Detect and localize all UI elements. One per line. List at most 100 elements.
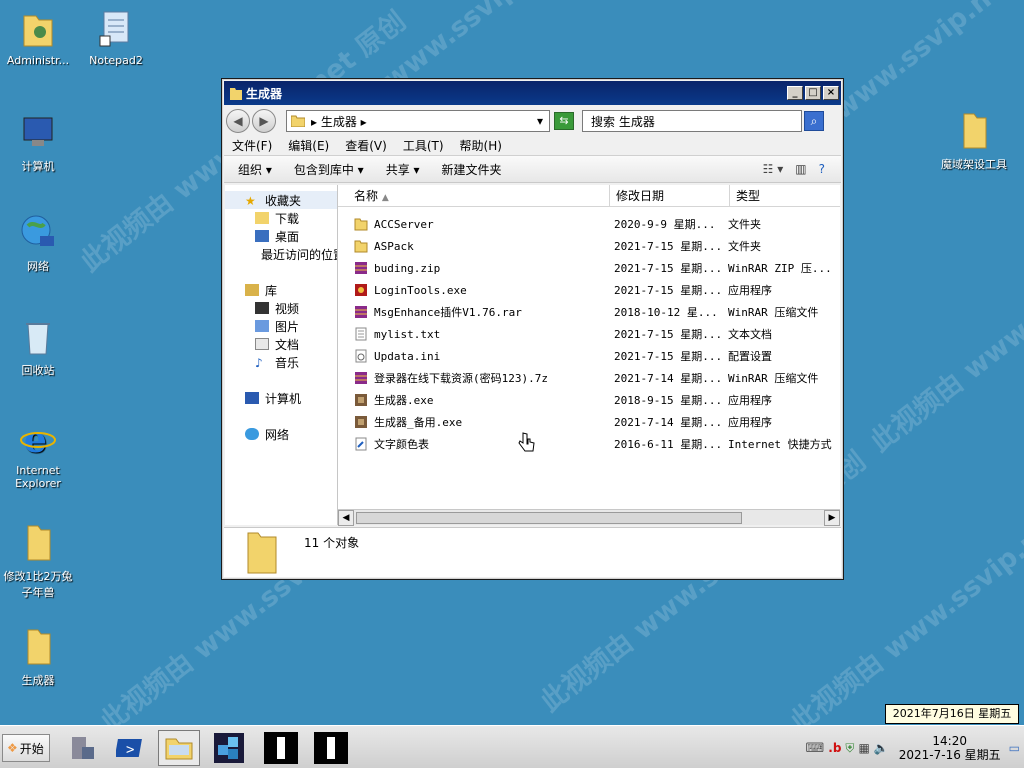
keyboard-icon[interactable]: ⌨: [806, 741, 825, 756]
scroll-right-button[interactable]: ▶: [824, 509, 840, 526]
clock[interactable]: 14:20 2021-7-16 星期五: [899, 734, 1001, 762]
refresh-button[interactable]: ⇆: [554, 112, 574, 130]
file-row[interactable]: 生成器_备用.exe 2021-7-14 星期... 应用程序: [338, 411, 840, 433]
close-button[interactable]: ×: [823, 86, 839, 100]
desktop-icon-generator-folder[interactable]: 生成器: [0, 626, 76, 688]
column-headers: 名称 ▲ 修改日期 类型: [338, 185, 840, 207]
menu-file[interactable]: 文件(F): [232, 137, 272, 154]
file-row[interactable]: 生成器.exe 2018-9-15 星期... 应用程序: [338, 389, 840, 411]
folder-icon: [956, 110, 992, 152]
share-button[interactable]: 共享 ▾: [386, 161, 420, 178]
chevron-down-icon[interactable]: ▾: [537, 114, 543, 128]
svg-text:>: >: [126, 742, 134, 758]
scroll-left-button[interactable]: ◀: [338, 509, 354, 526]
desktop-icon-notepad2[interactable]: Notepad2: [78, 8, 154, 67]
column-date[interactable]: 修改日期: [610, 185, 730, 206]
file-row[interactable]: ACCServer 2020-9-9 星期... 文件夹: [338, 213, 840, 235]
file-row[interactable]: LoginTools.exe 2021-7-15 星期... 应用程序: [338, 279, 840, 301]
horizontal-scrollbar[interactable]: ◀ ▶: [338, 509, 840, 526]
nav-videos[interactable]: 视频: [225, 299, 337, 317]
baidu-icon[interactable]: .b: [828, 741, 841, 755]
taskbar-console-2[interactable]: [310, 730, 352, 766]
taskbar-explorer[interactable]: [158, 730, 200, 766]
video-icon: [255, 302, 269, 314]
nav-pictures[interactable]: 图片: [225, 317, 337, 335]
nav-music[interactable]: ♪ 音乐: [225, 353, 337, 371]
organize-button[interactable]: 组织 ▾: [238, 161, 272, 178]
folder-icon: [247, 532, 277, 574]
desktop-icon-modify-folder[interactable]: 修改1比2万兔子年兽: [0, 522, 76, 600]
preview-pane-icon[interactable]: ▥: [795, 162, 806, 176]
address-bar[interactable]: ▸ 生成器 ▸ ▾: [286, 110, 550, 132]
nav-label: 网络: [265, 427, 290, 442]
menu-view[interactable]: 查看(V): [345, 137, 387, 154]
taskbar-console-1[interactable]: [260, 730, 302, 766]
taskbar-cubes-app[interactable]: [208, 730, 250, 766]
nav-documents[interactable]: 文档: [225, 335, 337, 353]
nav-downloads[interactable]: 下载: [225, 209, 337, 227]
nav-label: 音乐: [275, 355, 300, 370]
file-row[interactable]: Updata.ini 2021-7-15 星期... 配置设置: [338, 345, 840, 367]
shield-icon[interactable]: ⛨: [845, 741, 854, 756]
item-count: 11 个对象: [304, 536, 360, 550]
documents-icon: [255, 338, 269, 350]
desktop-icon-recycle-bin[interactable]: 回收站: [0, 316, 76, 378]
desktop-icon-ie[interactable]: e Internet Explorer: [0, 418, 76, 490]
clock-time: 14:20: [932, 734, 967, 748]
view-options-icon[interactable]: ☷ ▾: [763, 162, 784, 176]
file-row[interactable]: 登录器在线下载资源(密码123).7z 2021-7-14 星期... WinR…: [338, 367, 840, 389]
nav-label: 计算机: [265, 391, 302, 406]
column-name[interactable]: 名称 ▲: [338, 185, 610, 206]
forward-button[interactable]: ▶: [252, 109, 276, 133]
search-icon[interactable]: ⌕: [804, 111, 824, 131]
menu-edit[interactable]: 编辑(E): [288, 137, 329, 154]
folder-icon: [20, 626, 56, 668]
winrar-icon: [355, 262, 367, 274]
title-bar[interactable]: 生成器 _ □ ×: [224, 81, 841, 105]
include-in-library-button[interactable]: 包含到库中 ▾: [294, 161, 364, 178]
file-list: 名称 ▲ 修改日期 类型 ACCServer 2020-9-9 星期... 文件…: [338, 185, 840, 526]
maximize-button[interactable]: □: [805, 86, 821, 100]
start-button[interactable]: ❖ 开始: [2, 734, 50, 762]
internet-explorer-icon: e: [20, 418, 56, 461]
nav-network[interactable]: 网络: [225, 425, 337, 443]
column-type[interactable]: 类型: [730, 185, 840, 206]
library-icon: [245, 284, 259, 296]
explorer-window: 生成器 _ □ × ◀ ▶ ▸ 生成器 ▸ ▾ ⇆ 搜索 生成器 ⌕ 文件(F)…: [221, 78, 844, 580]
network-tray-icon[interactable]: ▦: [858, 741, 869, 755]
help-icon[interactable]: ?: [819, 162, 825, 176]
nav-label: 最近访问的位置: [261, 247, 338, 262]
file-row[interactable]: buding.zip 2021-7-15 星期... WinRAR ZIP 压.…: [338, 257, 840, 279]
file-rows: ACCServer 2020-9-9 星期... 文件夹 ASPack 2021…: [338, 207, 840, 455]
content-area: ★ 收藏夹 下载 桌面 最近访问的位置 库 视频 图片 文档 ♪ 音乐 计算机 …: [225, 185, 840, 526]
nav-label: 桌面: [275, 229, 300, 244]
back-button[interactable]: ◀: [226, 109, 250, 133]
menu-bar: 文件(F) 编辑(E) 查看(V) 工具(T) 帮助(H): [222, 135, 843, 155]
file-row[interactable]: mylist.txt 2021-7-15 星期... 文本文档: [338, 323, 840, 345]
desktop-icon-label: 网络: [27, 260, 49, 273]
nav-recent[interactable]: 最近访问的位置: [225, 245, 337, 263]
minimize-button[interactable]: _: [787, 86, 803, 100]
taskbar-server-manager[interactable]: [62, 730, 104, 766]
settings-file-icon: [355, 349, 367, 363]
menu-tools[interactable]: 工具(T): [403, 137, 444, 154]
menu-help[interactable]: 帮助(H): [460, 137, 502, 154]
desktop-icon-tools-folder[interactable]: 魔域架设工具: [930, 110, 1018, 172]
file-row[interactable]: 文字颜色表 2016-6-11 星期... Internet 快捷方式: [338, 433, 840, 455]
desktop-icon-network[interactable]: 网络: [0, 212, 76, 274]
nav-libraries[interactable]: 库: [225, 281, 337, 299]
desktop-icon-admin[interactable]: Administr...: [0, 8, 76, 67]
desktop-icon-computer[interactable]: 计算机: [0, 112, 76, 174]
taskbar-powershell[interactable]: >: [110, 730, 152, 766]
search-input[interactable]: 搜索 生成器: [582, 110, 802, 132]
nav-favorites[interactable]: ★ 收藏夹: [225, 191, 337, 209]
file-row[interactable]: MsgEnhance插件V1.76.rar 2018-10-12 星... Wi…: [338, 301, 840, 323]
scrollbar-thumb[interactable]: [356, 511, 742, 524]
new-folder-button[interactable]: 新建文件夹: [442, 161, 502, 178]
show-desktop-icon[interactable]: ▭: [1009, 741, 1020, 755]
file-row[interactable]: ASPack 2021-7-15 星期... 文件夹: [338, 235, 840, 257]
desktop-icon: [255, 230, 269, 242]
nav-desktop[interactable]: 桌面: [225, 227, 337, 245]
nav-computer[interactable]: 计算机: [225, 389, 337, 407]
volume-muted-icon[interactable]: 🔈: [874, 741, 889, 755]
